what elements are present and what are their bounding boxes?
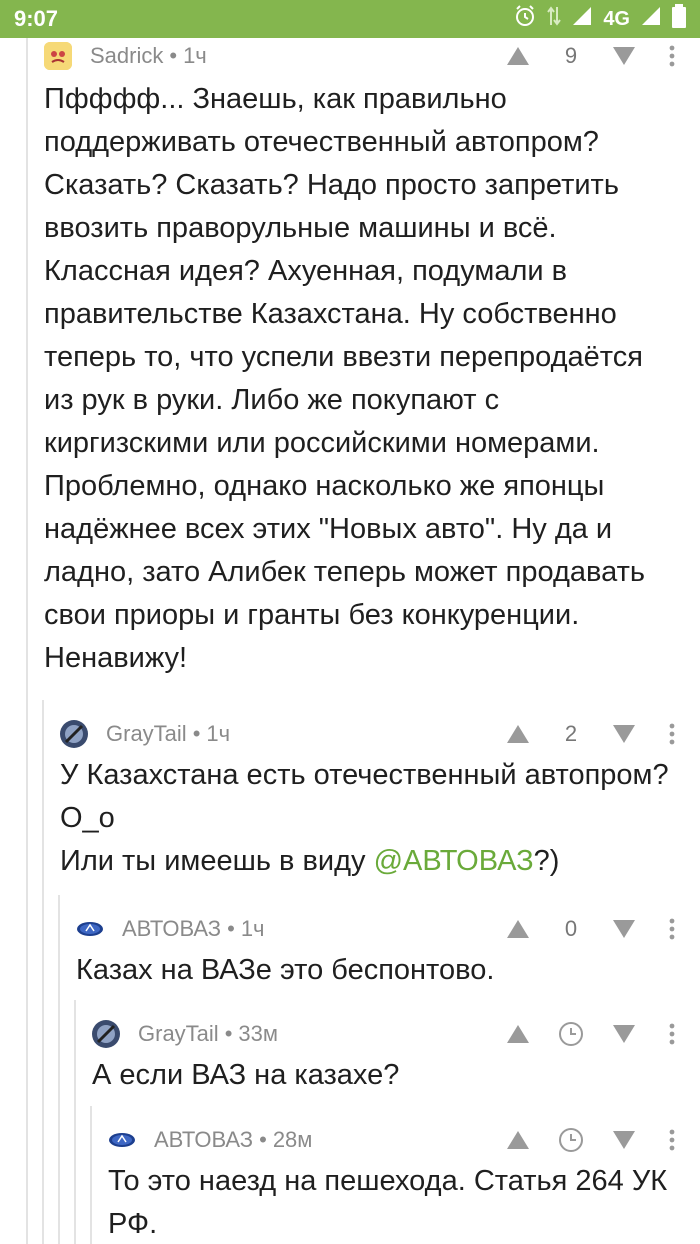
comment-meta: Sadrick • 1ч 9 (44, 36, 700, 76)
alarm-icon (513, 4, 537, 34)
downvote-icon[interactable] (604, 36, 644, 76)
more-options-icon[interactable] (644, 909, 700, 949)
comment-text: То это наезд на пешехода. Статья 264 УК … (108, 1160, 700, 1244)
meta-separator: • (259, 1127, 267, 1152)
comment-line: Ненавижу! (44, 642, 188, 674)
comment-author[interactable]: Sadrick (90, 43, 163, 69)
comment-avtovaz: АВТОВАЗ • 1ч 0 Казах на ВАЗе это беспонт… (76, 909, 700, 992)
comment-text: Казах на ВАЗе это беспонтово. (76, 949, 700, 992)
network-type: 4G (603, 7, 630, 30)
comment-graytail: GrayTail • 1ч 2 У Казахстана есть отечес… (60, 714, 700, 883)
comment-meta: АВТОВАЗ • 28м (108, 1120, 700, 1160)
avatar-sadrick-icon[interactable] (44, 42, 72, 70)
comment-text: Пфффф... Знаешь, как правильно поддержив… (44, 78, 700, 680)
comment-line: из рук в руки. Либо же покупают с (44, 384, 500, 416)
comment-author[interactable]: АВТОВАЗ (122, 916, 221, 942)
comment-line: Казах на ВАЗе это беспонтово. (76, 954, 495, 986)
more-options-icon[interactable] (644, 714, 700, 754)
comment-time: 33м (238, 1021, 278, 1046)
clock-icon (538, 1021, 604, 1047)
status-bar: 9:07 4G (0, 0, 700, 38)
avatar-graytail-icon[interactable] (60, 720, 88, 748)
meta-separator: • (169, 43, 178, 68)
comment-meta: АВТОВАЗ • 1ч 0 (76, 909, 700, 949)
upvote-icon[interactable] (498, 36, 538, 76)
thread-line-4 (74, 1000, 76, 1244)
downvote-icon[interactable] (604, 1120, 644, 1160)
comment-line: Пфффф... Знаешь, как правильно (44, 83, 507, 115)
avatar-graytail-icon[interactable] (92, 1020, 120, 1048)
more-options-icon[interactable] (644, 36, 700, 76)
signal-icon-2 (640, 5, 662, 33)
comment-time: 1ч (240, 916, 265, 941)
comment-meta: GrayTail • 1ч 2 (60, 714, 700, 754)
comment-line: А если ВАЗ на казахе? (92, 1059, 400, 1091)
meta-separator: • (192, 721, 201, 746)
comment-time: 1ч (183, 43, 207, 68)
comment-line: правительстве Казахстана. Ну собственно (44, 298, 617, 330)
upvote-icon[interactable] (498, 1120, 538, 1160)
more-options-icon[interactable] (644, 1014, 700, 1054)
meta-separator: • (227, 916, 235, 941)
upvote-icon[interactable] (498, 714, 538, 754)
signal-icon (571, 5, 593, 33)
thread-line-5 (90, 1106, 92, 1244)
comment-author[interactable]: GrayTail (138, 1021, 219, 1047)
downvote-icon[interactable] (604, 909, 644, 949)
comment-line: У Казахстана есть отечественный автопром… (60, 759, 669, 791)
data-transfer-icon (547, 5, 562, 33)
clock-icon (538, 1127, 604, 1153)
comment-line-text: ?) (533, 845, 560, 877)
status-time: 9:07 (14, 6, 59, 31)
comment-line: ввозить праворульные машины и всё. (44, 212, 557, 244)
comment-sadrick: Sadrick • 1ч 9 Пфффф... Знаешь, как прав… (44, 36, 700, 680)
thread-line-2 (42, 700, 44, 1244)
upvote-icon[interactable] (498, 909, 538, 949)
comment-rating: 0 (564, 916, 578, 941)
comment-author[interactable]: GrayTail (106, 721, 187, 747)
status-icons: 4G (513, 4, 686, 34)
comment-graytail-2: GrayTail • 33м А если ВАЗ на казахе? (92, 1014, 700, 1097)
comment-line: Проблемно, однако насколько же японцы (44, 470, 605, 502)
comment-line: РФ. (108, 1208, 158, 1240)
comment-line: Классная идея? Ахуенная, подумали в (44, 255, 568, 287)
user-mention-link[interactable]: @АВТОВАЗ (374, 845, 534, 877)
avatar-lada-icon[interactable] (108, 1126, 136, 1154)
comment-line: То это наезд на пешехода. Статья 264 УК (108, 1165, 668, 1197)
comment-line: O_o (60, 802, 115, 834)
comment-time: 28м (272, 1127, 313, 1152)
downvote-icon[interactable] (604, 1014, 644, 1054)
comment-text: А если ВАЗ на казахе? (92, 1054, 700, 1097)
comment-line: поддерживать отечественный автопром? (44, 126, 599, 158)
thread-line-3 (58, 895, 60, 1244)
meta-separator: • (224, 1021, 233, 1046)
comment-rating: 9 (564, 43, 578, 68)
upvote-icon[interactable] (498, 1014, 538, 1054)
comment-rating: 2 (564, 721, 578, 746)
comment-line: киргизскими или российскими номерами. (44, 427, 600, 459)
comment-line: теперь то, что успели ввезти перепродаёт… (44, 341, 643, 373)
comment-line: надёжнее всех этих "Новых авто". Ну да и (44, 513, 613, 545)
comment-line-text: Или ты имеешь в виду (60, 845, 374, 877)
comment-text: У Казахстана есть отечественный автопром… (60, 754, 700, 883)
thread-line-1 (26, 38, 28, 1244)
comment-meta: GrayTail • 33м (92, 1014, 700, 1054)
downvote-icon[interactable] (604, 714, 644, 754)
avatar-lada-icon[interactable] (76, 915, 104, 943)
comment-line: Или ты имеешь в виду @АВТОВАЗ?) (60, 840, 700, 883)
battery-icon (672, 4, 686, 34)
comment-line: свои приоры и гранты без конкуренции. (44, 599, 580, 631)
comment-author[interactable]: АВТОВАЗ (154, 1127, 253, 1153)
comment-line: Сказать? Сказать? Надо просто запретить (44, 169, 619, 201)
comment-avtovaz-2: АВТОВАЗ • 28м То это наезд на пешехода. … (108, 1120, 700, 1244)
comment-line: ладно, зато Алибек теперь может продават… (44, 556, 645, 588)
more-options-icon[interactable] (644, 1120, 700, 1160)
comment-time: 1ч (206, 721, 231, 746)
